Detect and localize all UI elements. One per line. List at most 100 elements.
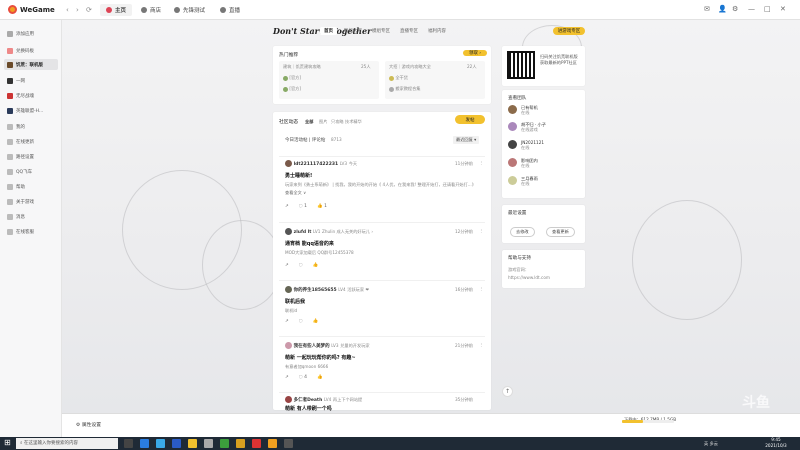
- forward-button[interactable]: ›: [76, 6, 79, 14]
- friend-item[interactable]: 影响团内 在线: [508, 158, 538, 168]
- property-settings[interactable]: ⚙ 属性设置: [76, 421, 101, 428]
- tab-live[interactable]: 直播: [214, 4, 246, 16]
- windows-start-icon[interactable]: ⊞: [4, 438, 11, 447]
- post-user: 多仁者Death: [293, 398, 323, 403]
- friend-status: 在线: [521, 145, 530, 150]
- wegame-taskbar-icon[interactable]: [268, 439, 277, 448]
- sidebar-item-about[interactable]: 关于游戏: [4, 196, 58, 207]
- tab-pioneer[interactable]: 先锋测试: [168, 4, 211, 16]
- sidebar-item-update[interactable]: 在线更新: [4, 136, 58, 147]
- share-icon[interactable]: ↗: [285, 319, 289, 324]
- feed-tab-images[interactable]: 图片: [319, 119, 327, 125]
- taskbar-search[interactable]: ⌕ 在这里输入你要搜索的内容: [16, 438, 118, 449]
- mail-icon[interactable]: ✉: [704, 5, 710, 13]
- help-link[interactable]: https://www.ldt.com: [508, 275, 550, 280]
- refresh-button[interactable]: ⟳: [86, 6, 92, 14]
- sidebar-item-game2[interactable]: 一网: [4, 75, 58, 86]
- system-tray[interactable]: 英 多云: [704, 441, 718, 447]
- like-button[interactable]: 👍 1: [317, 204, 327, 209]
- app-icon[interactable]: [204, 439, 213, 448]
- sidebar-item-mine[interactable]: 我的: [4, 121, 58, 132]
- post-item[interactable]: 我在有些人美梦的 LV3 兑量的开发玩家 21分钟前 ⋮ 萌新 一起玩玩帮你的吗…: [279, 336, 485, 386]
- comment-button[interactable]: ◌: [299, 263, 303, 268]
- settings-icon[interactable]: ⚙: [732, 5, 738, 13]
- sidebar-item-qqspeed[interactable]: QQ飞车: [4, 166, 58, 177]
- comment-button[interactable]: ◌: [299, 319, 303, 324]
- sidebar-item-redeem[interactable]: 兑换码板: [4, 45, 58, 56]
- title-bar: WeGame ‹ › ⟳ 主页 商店 先锋测试 直播 ✉ 👤 ⚙ — □ ✕: [0, 0, 800, 20]
- app-icon[interactable]: [284, 439, 293, 448]
- edge-icon[interactable]: [140, 439, 149, 448]
- modify-button[interactable]: 去修改: [510, 227, 535, 237]
- post-item[interactable]: zlufd lt LV1 Zhulin 成人无关的好玩儿 › 12分钟前 ⋮ 通…: [279, 222, 485, 274]
- sidebar-item-game3[interactable]: 无尽战魂: [4, 90, 58, 101]
- tab-game-home[interactable]: 首页: [320, 27, 337, 35]
- like-button[interactable]: 👍: [317, 375, 323, 380]
- feed-tab-tech[interactable]: 技术精华: [345, 119, 362, 125]
- check-update-button[interactable]: 查看更新: [546, 227, 575, 237]
- sidebar-item-dont-starve[interactable]: 饥荒：联机版: [4, 59, 58, 70]
- post-item[interactable]: 多仁者Death LV4 再上下个网站提 35分钟前 萌新 有人带刷一个吗: [279, 392, 485, 412]
- post-title[interactable]: 萌新 有人带刷一个吗: [285, 405, 332, 412]
- app-logo[interactable]: WeGame: [8, 5, 55, 14]
- post-title[interactable]: 通宵档 能qq语音的来: [285, 240, 334, 247]
- like-button[interactable]: 👍: [313, 263, 319, 268]
- app-icon[interactable]: [252, 439, 261, 448]
- game-zone-button[interactable]: 进游戏专区: [553, 27, 585, 35]
- tab-game-mods[interactable]: 模组专区: [372, 28, 390, 34]
- sort-dropdown[interactable]: 最近回复 ▾: [453, 136, 480, 144]
- feed-tab-guides[interactable]: 只攻略: [331, 119, 344, 125]
- comment-button[interactable]: ◌ 1: [299, 204, 307, 209]
- live-icon: [220, 7, 226, 13]
- tab-store[interactable]: 商店: [135, 4, 167, 16]
- sidebar-item-path[interactable]: 路径设置: [4, 151, 58, 162]
- hot-item[interactable]: 大招｜游戏内攻略大全 22人 全干货 搬家教程合集: [385, 61, 485, 99]
- share-icon[interactable]: ↗: [285, 375, 289, 380]
- app-icon[interactable]: [236, 439, 245, 448]
- expand-link[interactable]: 查看全文 ∨: [285, 190, 306, 196]
- like-button[interactable]: 👍: [313, 319, 319, 324]
- sidebar-item-lol[interactable]: 英雄联盟-H...: [4, 105, 58, 116]
- comment-button[interactable]: ◌ 4: [299, 375, 307, 380]
- share-icon[interactable]: ↗: [285, 263, 289, 268]
- more-icon[interactable]: ⋮: [479, 228, 483, 233]
- back-button[interactable]: ‹: [66, 6, 69, 14]
- tab-game-live[interactable]: 直播专区: [400, 28, 418, 34]
- clock[interactable]: 9:45 2021/10/3: [762, 437, 790, 449]
- claim-button[interactable]: 领取 ›: [463, 50, 487, 56]
- browser-icon[interactable]: [156, 439, 165, 448]
- back-to-top-button[interactable]: ↑: [502, 386, 513, 397]
- post-title[interactable]: 勇士睡萌新!: [285, 172, 312, 179]
- post-title[interactable]: 联机后我: [285, 298, 305, 305]
- friend-item[interactable]: 已有帮机 在线: [508, 105, 538, 115]
- sidebar-header[interactable]: 添加应用: [4, 28, 58, 39]
- explorer-icon[interactable]: [188, 439, 197, 448]
- post-item[interactable]: ldt221117422231 LV3 今天 11分钟前 ⋮ 勇士睡萌新! 玩家…: [279, 156, 485, 216]
- minimize-button[interactable]: —: [748, 5, 755, 13]
- more-icon[interactable]: ⋮: [479, 160, 483, 165]
- tab-game-welfare[interactable]: 福利内容: [428, 28, 446, 34]
- app-icon[interactable]: [172, 439, 181, 448]
- sidebar-item-service[interactable]: 在线客服: [4, 226, 58, 237]
- friend-item[interactable]: 胡不归 · 小子 在线游戏: [508, 122, 546, 132]
- post-button[interactable]: 发帖: [455, 115, 485, 124]
- post-item[interactable]: 你的养生18565655 LV4 活跃玩家 ❤ 16分钟前 ⋮ 联机后我 联机l…: [279, 280, 485, 330]
- share-icon[interactable]: ↗: [285, 204, 289, 209]
- post-title[interactable]: 萌新 一起玩玩帮你的吗? 有趣~: [285, 354, 356, 361]
- hot-item[interactable]: 建筑｜饥荒建筑攻略 25人 [官方] [官方]: [279, 61, 379, 99]
- user-icon[interactable]: 👤: [718, 5, 727, 13]
- more-icon[interactable]: ⋮: [479, 342, 483, 347]
- app-icon[interactable]: [220, 439, 229, 448]
- friend-item[interactable]: JN2021121 在线: [508, 140, 544, 150]
- sidebar-item-label: 兑换码板: [16, 48, 34, 54]
- maximize-button[interactable]: □: [764, 5, 771, 13]
- tab-game-lobby[interactable]: 联机大厅: [344, 28, 362, 34]
- sidebar-item-help[interactable]: 帮助: [4, 181, 58, 192]
- tab-home[interactable]: 主页: [100, 4, 133, 16]
- more-icon[interactable]: ⋮: [479, 286, 483, 291]
- close-button[interactable]: ✕: [780, 5, 786, 13]
- feed-tab-all[interactable]: 全部: [305, 119, 313, 125]
- friend-item[interactable]: 三月春雨 在线: [508, 176, 538, 186]
- sidebar-item-message[interactable]: 消息: [4, 211, 58, 222]
- task-view-icon[interactable]: [124, 439, 133, 448]
